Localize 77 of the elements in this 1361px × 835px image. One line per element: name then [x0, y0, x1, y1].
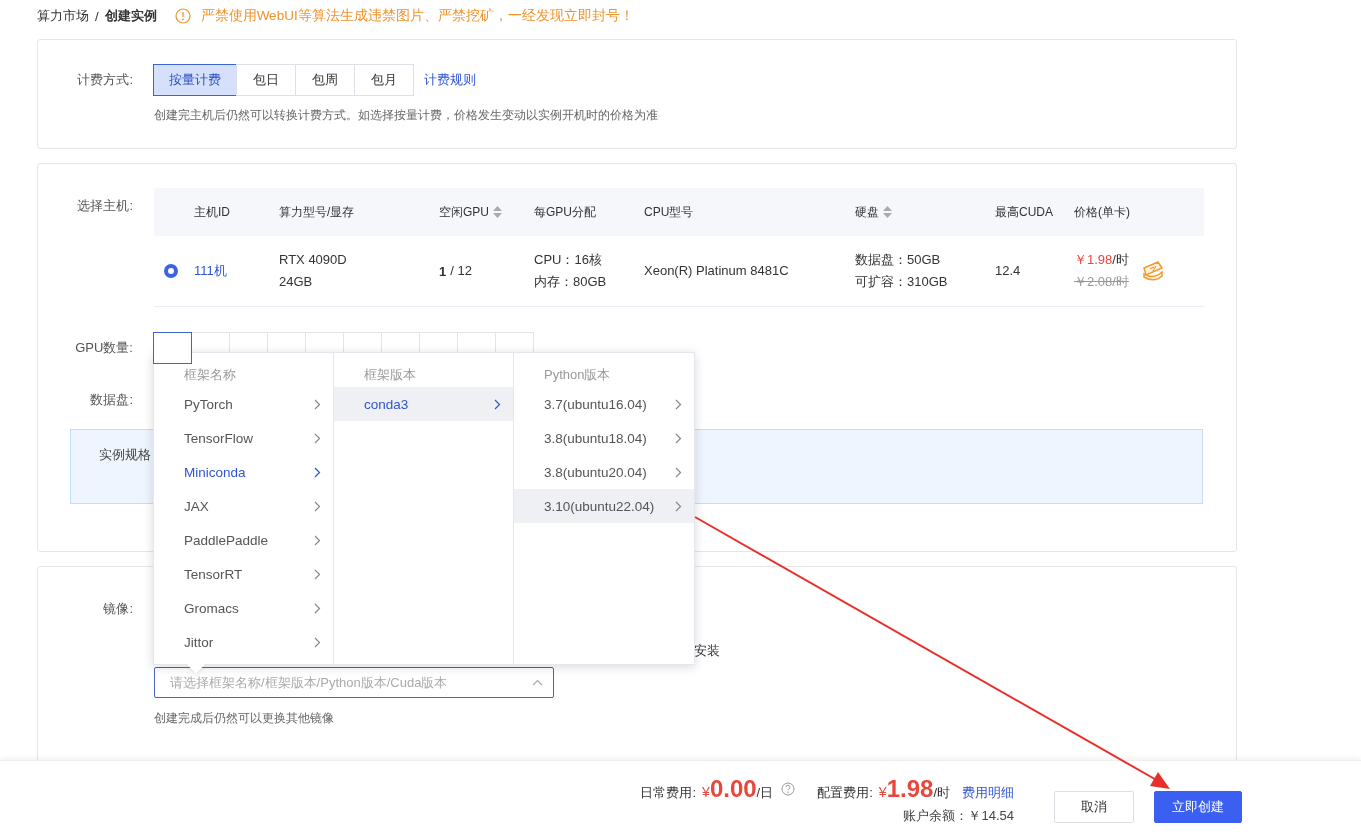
field-label: 计费方式:: [76, 71, 133, 89]
column-header: CPU型号: [644, 203, 694, 221]
chevron-right-icon: [314, 602, 321, 614]
column-header: 主机ID: [194, 203, 230, 221]
breadcrumb-item: 创建实例: [104, 7, 157, 25]
billing-hint: 创建完主机后仍然可以转换计费方式。如选择按量计费，价格发生变动以实例开机时的价格为准: [154, 108, 658, 123]
cancel-button[interactable]: 取消: [1054, 791, 1134, 823]
radio-button[interactable]: [164, 264, 178, 278]
currency-symbol: ¥: [702, 784, 710, 800]
billing-option[interactable]: 包月: [354, 64, 414, 96]
table-cell-text: Xeon(R) Platinum 8481C: [644, 262, 789, 280]
billing-option[interactable]: 包日: [236, 64, 296, 96]
option-text: 安装: [694, 642, 720, 660]
currency-symbol: ¥: [878, 784, 887, 800]
old-price: ￥2.08/时: [1074, 273, 1129, 291]
chevron-right-icon: [314, 500, 321, 512]
fee-unit: /日: [756, 785, 774, 802]
chevron-right-icon: [675, 466, 682, 478]
table-cell-text: 内存：80GB: [534, 273, 607, 291]
column-header: 算力型号/显存: [279, 203, 355, 221]
menu-item[interactable]: 3.10(ubuntu22.04): [514, 489, 694, 523]
chevron-right-icon: [314, 398, 321, 410]
field-label: 选择主机:: [76, 197, 133, 215]
sort-icon[interactable]: [883, 206, 892, 218]
chevron-right-icon: [675, 398, 682, 410]
field-label: GPU数量:: [74, 339, 133, 357]
table-cell-text: 12.4: [995, 262, 1021, 280]
column-header: 每GPU分配: [534, 203, 596, 221]
create-button[interactable]: 立即创建: [1154, 791, 1242, 823]
price: ￥1.98: [1074, 252, 1113, 267]
breadcrumb-separator: /: [95, 8, 99, 24]
chevron-right-icon: [314, 466, 321, 478]
chevron-right-icon: [314, 568, 321, 580]
fee-detail-link[interactable]: 费用明细: [962, 784, 1014, 802]
billing-option[interactable]: 按量计费: [153, 64, 237, 96]
sort-icon[interactable]: [493, 206, 502, 218]
table-cell-text: 可扩容：310GB: [855, 273, 948, 291]
help-icon[interactable]: [781, 782, 796, 796]
account-balance: 账户余额：￥14.54: [903, 807, 1014, 825]
breadcrumb-item[interactable]: 算力市场: [37, 7, 89, 25]
image-hint: 创建完成后仍然可以更换其他镜像: [154, 711, 334, 726]
fee-label: 配置费用:: [817, 784, 873, 802]
fee-amount: 0.00: [709, 775, 757, 803]
chevron-right-icon: [314, 534, 321, 546]
field-label: 镜像:: [102, 600, 133, 618]
column-header: 空闲GPU: [439, 203, 489, 221]
table-cell-text: CPU：16核: [534, 251, 603, 269]
table-cell-text: / 12: [450, 262, 472, 280]
warning-icon: [174, 8, 191, 24]
gpu-count-option[interactable]: [153, 332, 192, 364]
chevron-right-icon: [494, 398, 501, 410]
host-id-link[interactable]: 111机: [194, 262, 227, 280]
field-label: 数据盘:: [89, 391, 133, 409]
column-title: Python版本: [543, 366, 612, 384]
chevron-right-icon: [314, 432, 321, 444]
chevron-right-icon: [675, 500, 682, 512]
column-header: 最高CUDA: [995, 203, 1053, 221]
warning-notice: 严禁使用WebUI等算法生成违禁图片、严禁挖矿，一经发现立即封号！: [200, 7, 634, 25]
billing-rules-link[interactable]: 计费规则: [424, 71, 476, 89]
table-cell-text: 24GB: [279, 273, 314, 291]
fee-label: 日常费用:: [640, 784, 697, 802]
chevron-right-icon: [314, 636, 321, 648]
table-cell: 1: [439, 263, 447, 279]
chevron-right-icon: [675, 432, 682, 444]
column-title: 框架名称: [183, 366, 237, 384]
fee-amount: 1.98: [886, 775, 934, 803]
price-unit: /时: [1112, 252, 1129, 267]
chevron-up-icon: [532, 679, 543, 686]
fee-unit: /时: [933, 785, 950, 802]
menu-item[interactable]: conda3: [334, 387, 513, 421]
spec-label: 实例规格: [99, 447, 151, 462]
table-cell-text: RTX 4090D: [279, 251, 347, 269]
billing-option[interactable]: 包周: [295, 64, 355, 96]
table-cell-text: 数据盘：50GB: [855, 251, 942, 269]
column-title: 框架版本: [363, 366, 417, 384]
column-header: 硬盘: [855, 203, 879, 221]
column-header: 价格(单卡): [1074, 203, 1130, 221]
